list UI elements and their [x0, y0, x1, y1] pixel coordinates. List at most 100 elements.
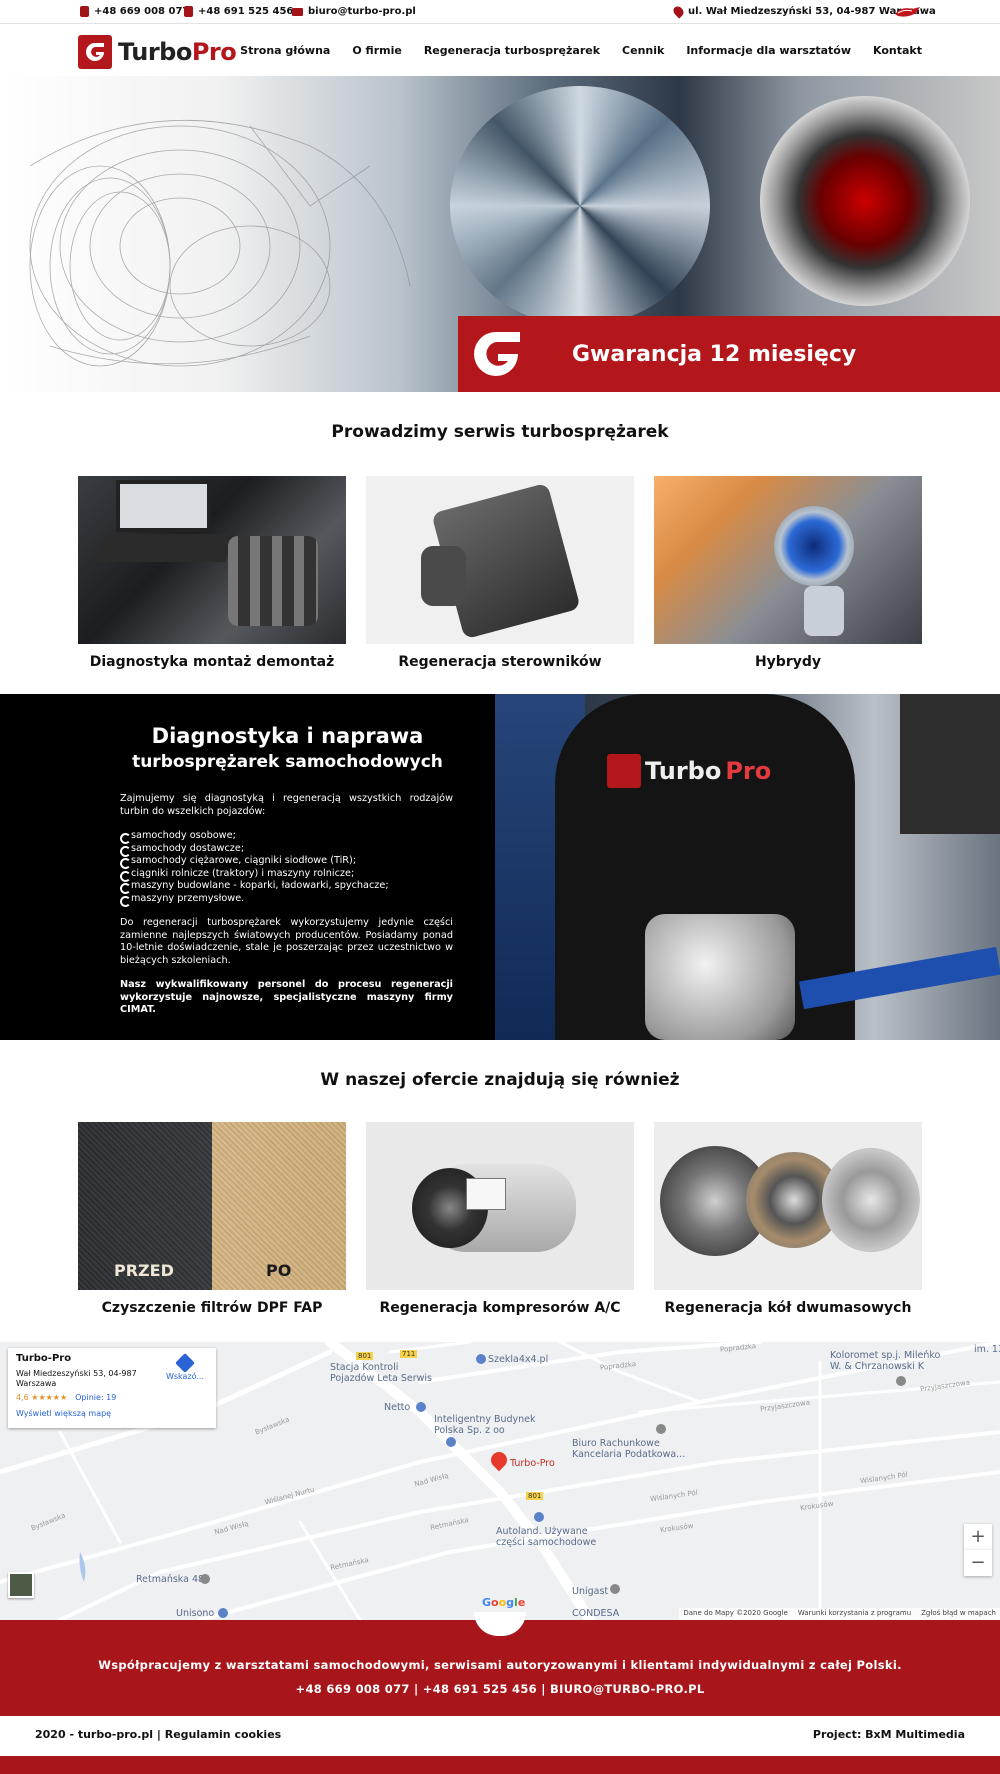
diagnostics-title: Diagnostyka i naprawa — [151, 724, 424, 748]
map-poi-label[interactable]: CONDESA — [572, 1608, 619, 1619]
directions-label[interactable]: Wskazó... — [166, 1372, 204, 1381]
service-card-label[interactable]: Diagnostyka montaż demontaż — [78, 654, 346, 670]
diagnostics-intro: Zajmujemy się diagnostyką i regeneracją … — [120, 793, 453, 817]
offer-card-label[interactable]: Regeneracja kompresorów A/C — [366, 1300, 634, 1316]
nav-contact[interactable]: Kontakt — [873, 44, 922, 57]
zoom-out-button[interactable]: − — [964, 1550, 992, 1576]
map-report-link[interactable]: Zgłoś błąd w mapach — [921, 1609, 996, 1619]
diagnostics-section: Diagnostyka i naprawa turbosprężarek sam… — [0, 694, 1000, 1040]
phone-icon — [184, 6, 193, 17]
list-item: maszyny przemysłowe. — [120, 893, 453, 906]
map-poi-icon[interactable] — [656, 1424, 666, 1434]
hybrid-turbo-image — [654, 476, 922, 644]
diagnostics-subtitle: turbosprężarek samochodowych — [132, 752, 443, 772]
phone-1[interactable]: +48 669 008 077 — [80, 6, 189, 17]
map-poi-label[interactable]: Koloromet sp.j. Mileńko W. & Chrzanowski… — [830, 1350, 940, 1372]
nav-regeneration[interactable]: Regeneracja turbosprężarek — [424, 44, 600, 57]
hero-banner: Gwarancja 12 miesięcy — [0, 76, 1000, 392]
satellite-toggle[interactable] — [8, 1572, 34, 1598]
contact-footer: Współpracujemy z warsztatami samochodowy… — [0, 1612, 1000, 1716]
map-poi-icon[interactable] — [610, 1584, 620, 1594]
map-poi-label[interactable]: Unigast — [572, 1586, 608, 1597]
email-text[interactable]: biuro@turbo-pro.pl — [308, 6, 416, 17]
phone-2-text[interactable]: +48 691 525 456 — [198, 6, 293, 17]
list-item: samochody dostawcze; — [120, 843, 453, 856]
reviews-link[interactable]: Opinie: 19 — [75, 1393, 116, 1402]
list-item: samochody ciężarowe, ciągniki siodłowe (… — [120, 855, 453, 869]
map-poi-label[interactable]: Szekla4x4.pl — [488, 1354, 548, 1365]
shirt-logo: Turbo Pro — [607, 754, 771, 788]
nav-pricing[interactable]: Cennik — [622, 44, 664, 57]
map-poi-icon[interactable] — [218, 1608, 228, 1618]
shirt-logo-pro: Pro — [725, 757, 772, 785]
location-pin-icon — [671, 4, 686, 19]
offer-card-label[interactable]: Regeneracja kół dwumasowych — [654, 1300, 922, 1316]
diagnostics-body: Zajmujemy się diagnostyką i regeneracją … — [120, 793, 453, 1017]
cookies-link[interactable]: Regulamin cookies — [165, 1728, 281, 1741]
partner-logo-icon[interactable] — [894, 5, 922, 19]
site-header: TurboPro Strona główna O firmie Regenera… — [0, 24, 1000, 76]
nav-home[interactable]: Strona główna — [240, 44, 330, 57]
copyright-link[interactable]: 2020 - turbo-pro.pl — [35, 1728, 153, 1741]
map-poi-icon[interactable] — [534, 1512, 544, 1522]
map-poi-label[interactable]: Biuro Rachunkowe Kancelaria Podatkowa... — [572, 1438, 685, 1460]
diagnostics-bold-paragraph: Nasz wykwalifikowany personel do procesu… — [120, 979, 453, 1015]
site-logo[interactable]: TurboPro — [78, 35, 237, 69]
map-poi-icon[interactable] — [896, 1376, 906, 1386]
map-poi-icon[interactable] — [476, 1354, 486, 1364]
road-badge: 801 — [356, 1352, 374, 1360]
logo-text-turbo: Turbo — [118, 38, 192, 66]
email-link[interactable]: biuro@turbo-pro.pl — [292, 6, 416, 17]
offer-card-flywheel[interactable]: Regeneracja kół dwumasowych — [654, 1122, 922, 1316]
cooperation-text: Współpracujemy z warsztatami samochodowy… — [98, 1658, 902, 1672]
map-poi-label[interactable]: Autoland. Używane części samochodowe — [496, 1526, 596, 1548]
view-larger-map-link[interactable]: Wyświetl większą mapę — [16, 1409, 208, 1419]
bottom-bar: 2020 - turbo-pro.pl | Regulamin cookies … — [0, 1716, 1000, 1756]
nav-about[interactable]: O firmie — [352, 44, 401, 57]
diagnostics-paragraph: Do regeneracji turbosprężarek wykorzystu… — [120, 917, 453, 966]
map-poi-icon[interactable] — [416, 1402, 426, 1412]
map-poi-icon[interactable] — [446, 1437, 456, 1447]
map-pin-label[interactable]: Turbo-Pro — [510, 1458, 555, 1469]
phone-2[interactable]: +48 691 525 456 — [184, 6, 293, 17]
nav-workshops[interactable]: Informacje dla warsztatów — [686, 44, 851, 57]
offer-card-label[interactable]: Czyszczenie filtrów DPF FAP — [78, 1300, 346, 1316]
service-card-label[interactable]: Hybrydy — [654, 654, 922, 670]
offer-card-dpf[interactable]: PRZED PO Czyszczenie filtrów DPF FAP — [78, 1122, 346, 1316]
map-poi-icon[interactable] — [200, 1574, 210, 1584]
map-poi-label[interactable]: Stacja Kontroli Pojazdów Leta Serwis — [330, 1362, 432, 1384]
offer-card-ac[interactable]: Regeneracja kompresorów A/C — [366, 1122, 634, 1316]
services-title: Prowadzimy serwis turbosprężarek — [331, 422, 669, 442]
turbine-image — [760, 96, 970, 306]
list-item: ciągniki rolnicze (traktory) i maszyny r… — [120, 868, 453, 881]
warranty-text: Gwarancja 12 miesięcy — [572, 341, 857, 367]
road-badge: 801 — [526, 1492, 544, 1500]
list-item: samochody osobowe; — [120, 830, 453, 844]
service-card-hybrids[interactable]: Hybrydy — [654, 476, 922, 670]
electronic-actuator-image — [366, 476, 634, 644]
map-poi-label[interactable]: im. 13 — [974, 1344, 1000, 1355]
directions-button[interactable]: Wskazó... — [166, 1353, 204, 1382]
service-card-diagnostics[interactable]: Diagnostyka montaż demontaż — [78, 476, 346, 670]
turbo-sketch-image — [29, 119, 411, 367]
map-terms-link[interactable]: Warunki korzystania z programu — [798, 1609, 911, 1619]
logo-text: TurboPro — [118, 38, 237, 66]
map-poi-label[interactable]: Inteligentny Budynek Polska Sp. z oo — [434, 1414, 536, 1436]
footer-notch — [474, 1612, 526, 1636]
directions-icon — [175, 1353, 195, 1373]
compressor-wheel-image — [450, 86, 710, 326]
diagnostics-text-panel: Diagnostyka i naprawa turbosprężarek sam… — [0, 694, 495, 1040]
google-map[interactable]: Stacja Kontroli Pojazdów Leta Serwis Sze… — [0, 1342, 1000, 1620]
shirt-logo-turbo: Turbo — [645, 757, 722, 785]
footer-contacts[interactable]: +48 669 008 077 | +48 691 525 456 | BIUR… — [0, 1682, 1000, 1696]
map-poi-label[interactable]: Retmańska 48 — [136, 1574, 204, 1585]
zoom-in-button[interactable]: + — [964, 1524, 992, 1550]
project-credit[interactable]: Project: BxM Multimedia — [813, 1728, 965, 1741]
map-poi-label[interactable]: Netto — [384, 1402, 410, 1413]
main-nav: Strona główna O firmie Regeneracja turbo… — [240, 44, 922, 57]
phone-1-text[interactable]: +48 669 008 077 — [94, 6, 189, 17]
service-card-label[interactable]: Regeneracja sterowników — [366, 654, 634, 670]
map-poi-label[interactable]: Unisono — [176, 1608, 214, 1619]
service-card-controllers[interactable]: Regeneracja sterowników — [366, 476, 634, 670]
mechanic-photo: Turbo Pro — [495, 694, 1000, 1040]
